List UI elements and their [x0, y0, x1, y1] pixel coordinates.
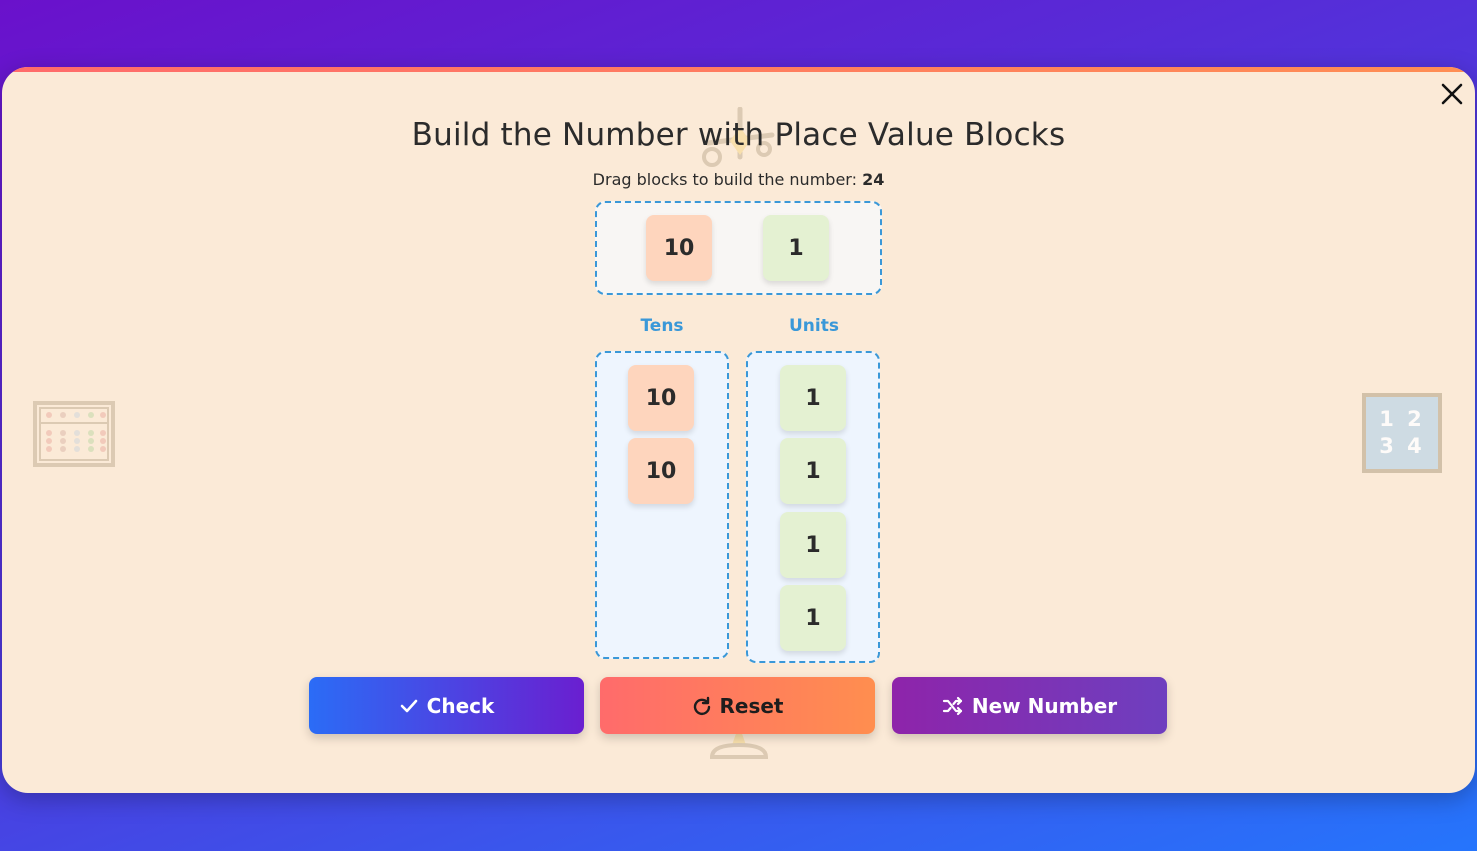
unit-block-placed[interactable]: 1	[780, 585, 846, 651]
reset-button-label: Reset	[719, 693, 784, 718]
unit-block-placed[interactable]: 1	[780, 365, 846, 431]
place-value-modal: Build the Number with Place Value Blocks…	[2, 67, 1475, 793]
abacus-icon	[33, 401, 115, 467]
page-title: Build the Number with Place Value Blocks	[411, 117, 1066, 153]
new-number-button-label: New Number	[971, 693, 1118, 718]
check-icon	[400, 699, 417, 712]
block-palette: 10 1	[595, 201, 882, 295]
number-tiles-row-1: 1 2	[1379, 407, 1425, 431]
units-column-label: Units	[789, 316, 839, 336]
number-tiles-row-2: 3 4	[1379, 434, 1425, 458]
unit-block-placed[interactable]: 1	[780, 438, 846, 504]
number-tiles-icon: 1 2 3 4	[1362, 393, 1442, 473]
close-icon	[1441, 83, 1463, 105]
modal-top-accent-bar	[2, 67, 1475, 72]
tens-block-placed[interactable]: 10	[628, 438, 694, 504]
check-button[interactable]: Check	[309, 677, 584, 734]
tens-block-source[interactable]: 10	[646, 215, 712, 281]
tens-block-placed[interactable]: 10	[628, 365, 694, 431]
redo-icon	[693, 696, 710, 715]
units-drop-zone[interactable]: 1 1 1 1	[746, 351, 880, 663]
target-number: 24	[862, 170, 885, 189]
tens-column-label: Tens	[640, 316, 684, 336]
check-button-label: Check	[426, 693, 495, 718]
close-button[interactable]	[1439, 81, 1465, 107]
shuffle-icon	[942, 696, 962, 715]
reset-button[interactable]: Reset	[600, 677, 875, 734]
unit-block-placed[interactable]: 1	[780, 512, 846, 578]
new-number-button[interactable]: New Number	[892, 677, 1167, 734]
instruction-label: Drag blocks to build the number:	[592, 170, 863, 189]
instruction-text: Drag blocks to build the number: 24	[2, 170, 1475, 189]
unit-block-source[interactable]: 1	[763, 215, 829, 281]
tens-drop-zone[interactable]: 10 10	[595, 351, 729, 659]
